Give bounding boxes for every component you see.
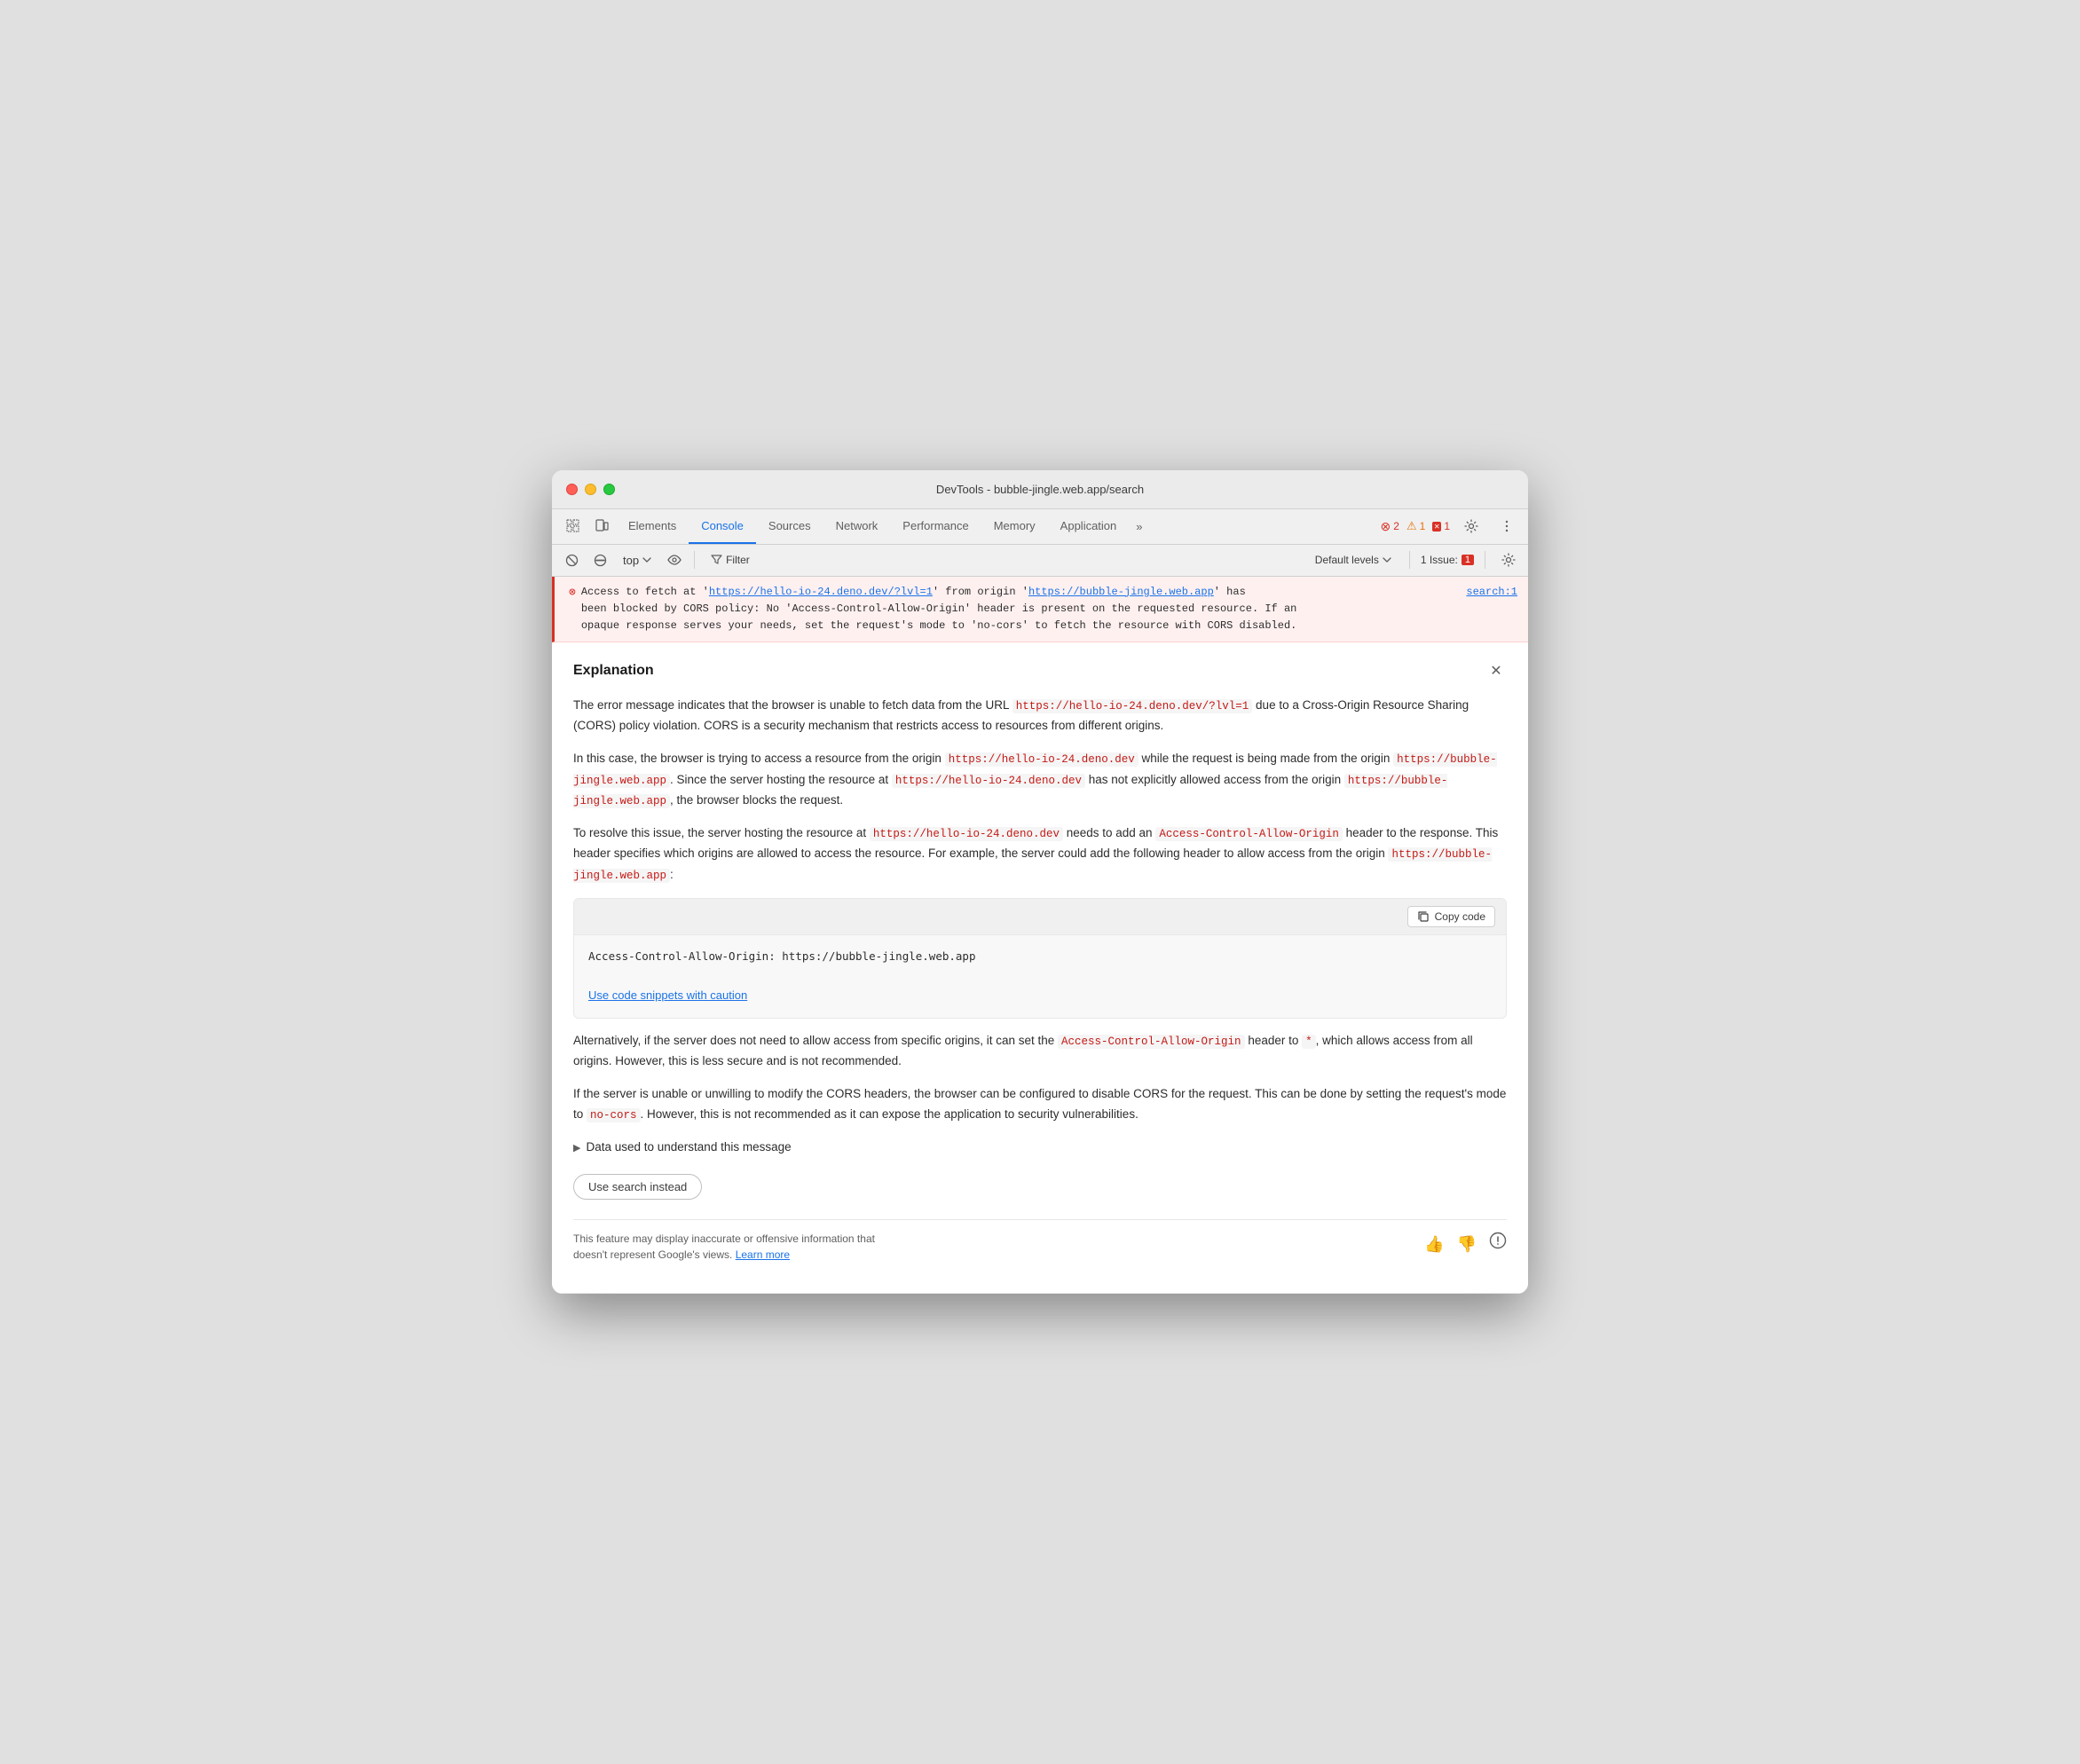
filter-icon — [711, 555, 722, 565]
code-block-body: Access-Control-Allow-Origin: https://bub… — [574, 935, 1506, 979]
error-source-link[interactable]: search:1 — [1466, 584, 1517, 601]
code-no-cors: no-cors — [587, 1108, 641, 1122]
traffic-lights — [566, 484, 615, 495]
code-block: Copy code Access-Control-Allow-Origin: h… — [573, 898, 1507, 1019]
feedback-icons: 👍 👎 — [1424, 1231, 1507, 1258]
default-levels-selector[interactable]: Default levels — [1308, 552, 1398, 568]
explanation-p4: Alternatively, if the server does not ne… — [573, 1031, 1507, 1072]
toolbar-divider-1 — [694, 551, 695, 569]
console-settings-icon[interactable] — [1496, 547, 1521, 572]
code-block-header: Copy code — [574, 899, 1506, 935]
explanation-body: The error message indicates that the bro… — [573, 696, 1507, 1275]
console-toolbar: top Filter Default levels — [552, 545, 1528, 577]
arrow-right-icon: ▶ — [573, 1140, 580, 1157]
error-circle-icon: ⊗ — [1381, 519, 1391, 534]
code-origin1: https://hello-io-24.deno.dev — [945, 752, 1138, 767]
context-selector[interactable]: top — [616, 552, 658, 569]
info-badge[interactable]: ✕ 1 — [1432, 520, 1450, 532]
toolbar-right: Default levels 1 Issue: 1 — [1308, 547, 1521, 572]
device-toolbar-icon[interactable] — [587, 512, 616, 540]
explanation-title: Explanation — [573, 663, 654, 679]
thumbs-up-icon[interactable]: 👍 — [1424, 1231, 1444, 1258]
tab-console[interactable]: Console — [689, 508, 756, 544]
clear-console-icon[interactable] — [559, 547, 584, 572]
use-search-button[interactable]: Use search instead — [573, 1174, 702, 1200]
chevron-down-icon — [1383, 557, 1391, 563]
thumbs-down-icon[interactable]: 👎 — [1457, 1231, 1477, 1258]
code-origin3: https://hello-io-24.deno.dev — [892, 774, 1085, 788]
inspect-element-icon[interactable] — [559, 512, 587, 540]
learn-more-link[interactable]: Learn more — [736, 1248, 790, 1261]
close-button[interactable] — [566, 484, 578, 495]
error-badge[interactable]: ⊗ 2 — [1381, 519, 1399, 534]
settings-icon[interactable] — [1457, 512, 1485, 540]
console-content: ⊗ Access to fetch at 'https://hello-io-2… — [552, 577, 1528, 1295]
issue-count: 1 — [1462, 555, 1474, 565]
tab-network[interactable]: Network — [823, 508, 891, 544]
tab-more-button[interactable]: » — [1129, 508, 1149, 544]
explanation-header: Explanation ✕ — [573, 660, 1507, 681]
code-header1: Access-Control-Allow-Origin — [1155, 827, 1343, 841]
explanation-p1: The error message indicates that the bro… — [573, 696, 1507, 736]
warning-triangle-icon: ⚠ — [1406, 519, 1417, 533]
explanation-p3: To resolve this issue, the server hostin… — [573, 823, 1507, 886]
data-used-toggle[interactable]: ▶ Data used to understand this message — [573, 1138, 1507, 1158]
code-wildcard: * — [1302, 1035, 1316, 1049]
code-server1: https://hello-io-24.deno.dev — [870, 827, 1063, 841]
tab-sources[interactable]: Sources — [756, 508, 823, 544]
code-url1: https://hello-io-24.deno.dev/?lvl=1 — [1012, 699, 1253, 713]
more-options-icon[interactable] — [1493, 512, 1521, 540]
error-text: Access to fetch at 'https://hello-io-24.… — [581, 584, 1456, 635]
error-url2-link[interactable]: https://bubble-jingle.web.app — [1028, 586, 1214, 598]
chevron-down-icon — [642, 557, 651, 563]
minimize-button[interactable] — [585, 484, 596, 495]
titlebar: DevTools - bubble-jingle.web.app/search — [552, 470, 1528, 509]
warning-badge[interactable]: ⚠ 1 — [1406, 519, 1425, 533]
caution-link[interactable]: Use code snippets with caution — [574, 986, 1506, 1018]
explanation-panel: Explanation ✕ The error message indicate… — [552, 642, 1528, 1294]
maximize-button[interactable] — [603, 484, 615, 495]
code-header2: Access-Control-Allow-Origin — [1058, 1035, 1245, 1049]
window-title: DevTools - bubble-jingle.web.app/search — [936, 483, 1144, 496]
toolbar-divider-2 — [1409, 551, 1410, 569]
issue-badge[interactable]: 1 Issue: 1 — [1421, 554, 1474, 566]
explanation-p5: If the server is unable or unwilling to … — [573, 1084, 1507, 1125]
tab-elements[interactable]: Elements — [616, 508, 689, 544]
tab-memory[interactable]: Memory — [981, 508, 1048, 544]
error-url1-link[interactable]: https://hello-io-24.deno.dev/?lvl=1 — [709, 586, 933, 598]
disclaimer-row: This feature may display inaccurate or o… — [573, 1219, 1507, 1275]
explanation-p2: In this case, the browser is trying to a… — [573, 749, 1507, 811]
devtools-window: DevTools - bubble-jingle.web.app/search … — [552, 470, 1528, 1295]
error-row: ⊗ Access to fetch at 'https://hello-io-2… — [552, 577, 1528, 643]
tab-application[interactable]: Application — [1048, 508, 1130, 544]
no-entry-icon[interactable] — [587, 547, 612, 572]
report-icon[interactable] — [1489, 1231, 1507, 1258]
tab-badges: ⊗ 2 ⚠ 1 ✕ 1 — [1381, 512, 1521, 540]
devtools-tab-bar: Elements Console Sources Network Perform… — [552, 509, 1528, 545]
close-explanation-button[interactable]: ✕ — [1485, 660, 1507, 681]
tab-performance[interactable]: Performance — [890, 508, 981, 544]
error-icon: ⊗ — [569, 584, 576, 602]
info-square-icon: ✕ — [1432, 522, 1441, 532]
copy-code-button[interactable]: Copy code — [1407, 906, 1495, 927]
disclaimer-text: This feature may display inaccurate or o… — [573, 1231, 910, 1263]
eye-icon[interactable] — [662, 547, 687, 572]
copy-icon — [1417, 910, 1430, 923]
filter-button[interactable]: Filter — [702, 552, 759, 568]
